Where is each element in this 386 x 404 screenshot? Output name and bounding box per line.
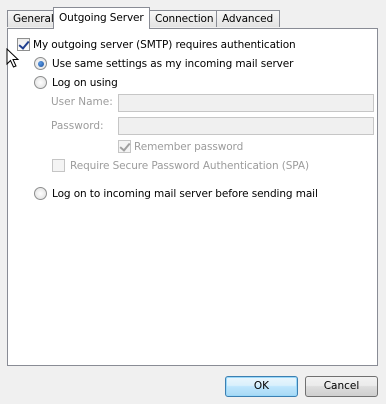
tab-connection[interactable]: Connection bbox=[149, 10, 218, 27]
remember-password-checkbox[interactable] bbox=[118, 140, 131, 153]
tab-general-label: General bbox=[13, 13, 54, 25]
password-field[interactable] bbox=[118, 117, 374, 135]
smtp-auth-option[interactable]: My outgoing server (SMTP) requires authe… bbox=[17, 38, 296, 51]
cancel-button[interactable]: Cancel bbox=[305, 376, 378, 397]
tab-advanced[interactable]: Advanced bbox=[216, 10, 280, 27]
smtp-auth-label: My outgoing server (SMTP) requires authe… bbox=[33, 38, 296, 51]
spa-checkbox[interactable] bbox=[52, 159, 65, 172]
remember-password-label: Remember password bbox=[134, 140, 244, 153]
ok-button-label: OK bbox=[253, 380, 270, 392]
tab-advanced-label: Advanced bbox=[222, 13, 274, 25]
mouse-pointer-icon bbox=[6, 48, 20, 68]
use-same-settings-option[interactable]: Use same settings as my incoming mail se… bbox=[34, 57, 293, 70]
use-same-settings-radio[interactable] bbox=[34, 57, 47, 70]
log-on-incoming-option[interactable]: Log on to incoming mail server before se… bbox=[34, 187, 318, 200]
user-name-label: User Name: bbox=[51, 96, 113, 108]
user-name-field[interactable] bbox=[118, 94, 374, 112]
log-on-using-radio[interactable] bbox=[34, 76, 47, 89]
tab-outgoing-server-label: Outgoing Server bbox=[59, 12, 144, 24]
log-on-incoming-radio[interactable] bbox=[34, 187, 47, 200]
tab-connection-label: Connection bbox=[155, 13, 214, 25]
log-on-using-option[interactable]: Log on using bbox=[34, 76, 118, 89]
spa-label: Require Secure Password Authentication (… bbox=[70, 159, 309, 172]
ok-button[interactable]: OK bbox=[225, 376, 298, 397]
use-same-settings-label: Use same settings as my incoming mail se… bbox=[52, 57, 294, 70]
cancel-button-label: Cancel bbox=[323, 380, 360, 392]
log-on-using-label: Log on using bbox=[52, 76, 118, 89]
outgoing-server-panel: My outgoing server (SMTP) requires authe… bbox=[7, 28, 378, 366]
tab-general[interactable]: General bbox=[7, 10, 55, 27]
log-on-incoming-label: Log on to incoming mail server before se… bbox=[52, 187, 318, 200]
password-label: Password: bbox=[51, 120, 104, 132]
remember-password-option[interactable]: Remember password bbox=[118, 140, 243, 153]
tab-outgoing-server[interactable]: Outgoing Server bbox=[53, 7, 150, 29]
spa-option[interactable]: Require Secure Password Authentication (… bbox=[52, 159, 309, 172]
